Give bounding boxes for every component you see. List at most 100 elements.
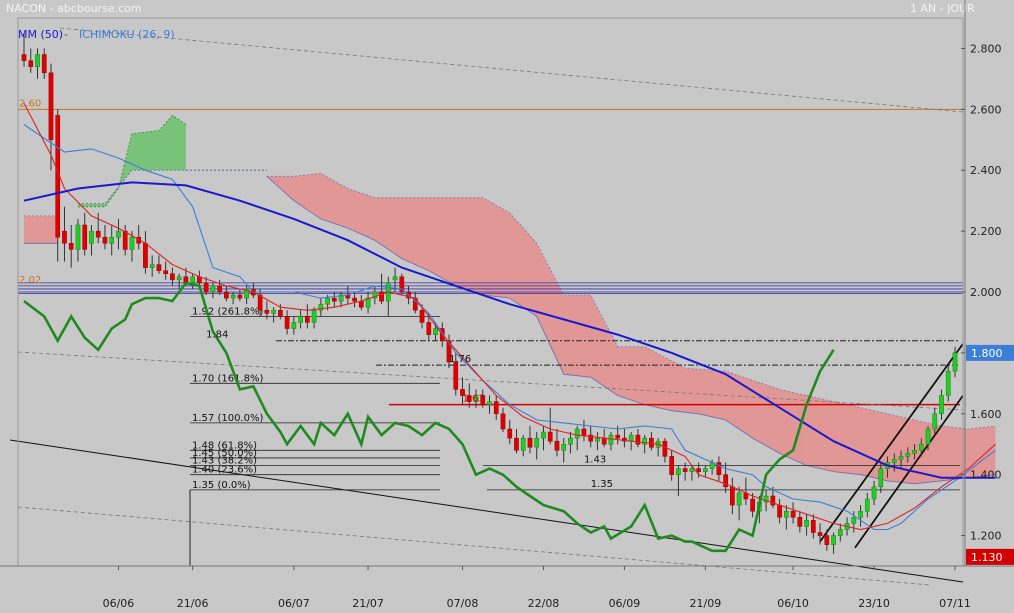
x-tick-label: 21/07 (352, 597, 384, 610)
candle-down (28, 60, 34, 67)
candle-up (190, 276, 196, 284)
candle-down (278, 310, 283, 317)
price-annotation: 1.76 (449, 354, 471, 365)
price-annotation: 1.35 (591, 479, 613, 490)
candle-down (284, 316, 290, 329)
candle-up (520, 437, 526, 451)
candle-down (257, 294, 263, 311)
candle-down (527, 437, 533, 448)
candle-down (95, 230, 101, 238)
candle-up (851, 517, 857, 524)
candle-up (858, 510, 863, 518)
reference-lines (9, 27, 964, 586)
legend-ma: MM (50) (18, 28, 63, 41)
cloud-band-bear (266, 173, 807, 466)
candle-up (298, 316, 303, 323)
candle-up (595, 437, 600, 442)
candle-down (601, 437, 607, 445)
candle-down (581, 428, 587, 436)
price-chart: 1.92 (261.8%) 1.70 (161.8%) 1.57 (100.0%) 1… (0, 0, 1014, 610)
candle-up (925, 428, 931, 445)
candle-down (48, 72, 54, 141)
candle-down (615, 434, 621, 439)
x-tick-label: 21/06 (177, 597, 209, 610)
candle-up (898, 456, 904, 460)
candle-down (635, 434, 641, 445)
candle-up (918, 443, 924, 451)
candle-down (352, 297, 357, 302)
candle-up (912, 450, 917, 454)
candle-up (891, 459, 897, 463)
candle-down (62, 230, 67, 244)
candle-up (149, 264, 155, 268)
candle-up (89, 230, 94, 244)
candle-up (703, 468, 708, 472)
price-annotation: 1.63 (463, 394, 485, 405)
cloud-band-bull (78, 115, 186, 207)
fib-level-label: 1.70 (161.8%) (192, 373, 263, 384)
candle-down (305, 316, 310, 323)
candle-down (662, 440, 668, 457)
legend-separator: - (64, 28, 68, 41)
candle-up (831, 535, 836, 545)
fibonacci-levels: 1.92 (261.8%) 1.70 (161.8%) 1.57 (100.0%) 1… (189, 306, 440, 566)
candle-up (568, 437, 573, 445)
y-tick-label: 2.400 (970, 164, 1002, 177)
price-annotation: 2.02 (19, 275, 41, 286)
candle-down (696, 468, 701, 472)
candle-up (534, 437, 540, 448)
candle-up (574, 428, 580, 439)
price-badge-label: 1.130 (971, 551, 1003, 564)
fib-level-label: 1.57 (100.0%) (192, 413, 263, 424)
candle-down (217, 285, 222, 293)
candle-up (804, 520, 809, 527)
candle-up (905, 453, 911, 457)
candle-down (554, 440, 560, 451)
candle-down (102, 236, 108, 244)
x-tick-label: 06/07 (278, 597, 310, 610)
price-badge-label: 1.800 (971, 347, 1003, 360)
candle-up (109, 236, 115, 244)
candle-up (837, 529, 843, 536)
cloud-band-bear (806, 395, 996, 484)
y-tick-label: 2.000 (970, 286, 1002, 299)
candle-up (864, 498, 870, 512)
candle-down (777, 504, 782, 518)
candle-up (871, 486, 877, 500)
candle-up (392, 276, 398, 281)
x-tick-label: 06/10 (777, 597, 809, 610)
candle-up (116, 230, 121, 238)
candle-up (689, 468, 695, 472)
trend-line-upper-dashed (59, 27, 964, 113)
legend-ichimoku: ICHIMOKU (26, 9) (79, 28, 175, 41)
candle-up (783, 510, 789, 518)
candle-down (790, 510, 796, 518)
x-tick-label: 23/10 (858, 597, 890, 610)
candle-down (682, 468, 688, 472)
candle-up (932, 413, 938, 430)
candle-down (810, 520, 816, 533)
fib-level-label: 1.40 (23.6%) (192, 465, 257, 476)
candle-down (224, 291, 229, 299)
price-annotation: 1.84 (206, 330, 228, 341)
candle-down (649, 437, 654, 448)
candle-up (945, 370, 951, 396)
candle-down (824, 535, 830, 545)
candle-up (487, 401, 492, 405)
candle-down (419, 310, 425, 323)
candle-down (426, 322, 432, 335)
candle-down (514, 437, 519, 451)
candle-up (878, 468, 884, 488)
x-tick-label: 06/06 (103, 597, 135, 610)
fib-level-label: 1.92 (261.8%) (192, 306, 263, 317)
x-tick-label: 22/08 (528, 597, 560, 610)
candle-up (271, 310, 276, 314)
candle-up (210, 285, 216, 293)
candle-up (628, 434, 634, 442)
y-tick-label: 1.400 (970, 469, 1002, 482)
candle-down (170, 273, 175, 281)
candle-up (541, 431, 546, 439)
x-tick-label: 07/11 (939, 597, 971, 610)
candle-down (358, 300, 364, 308)
candle-up (230, 294, 236, 299)
